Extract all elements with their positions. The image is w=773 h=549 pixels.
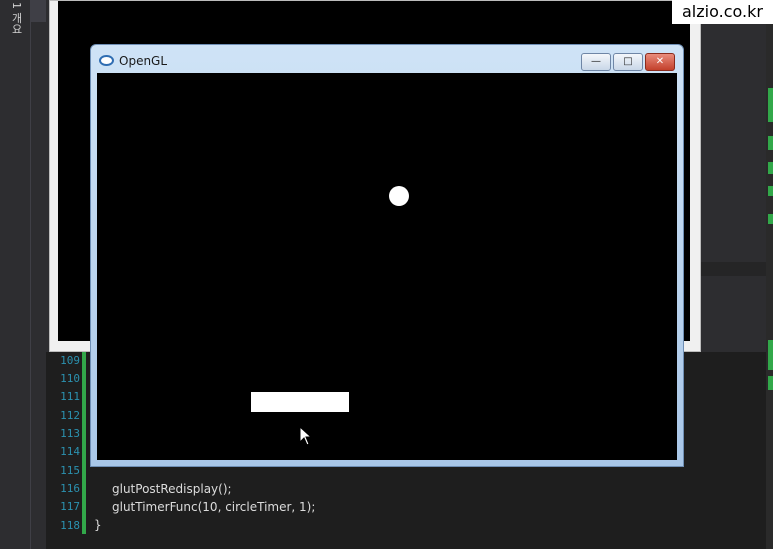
line-number: 112 [60,409,80,422]
code-line-116[interactable]: glutPostRedisplay(); [112,482,232,496]
line-number: 114 [60,445,80,458]
line-number: 111 [60,390,80,403]
strip-tab[interactable] [30,0,46,22]
change-marker [768,88,773,122]
line-number: 109 [60,354,80,367]
outline-tab-label[interactable]: 1 개요 [8,2,23,35]
line-number: 116 [60,482,80,495]
change-marker [768,214,773,224]
code-line-117[interactable]: glutTimerFunc(10, circleTimer, 1); [112,500,315,514]
line-number: 113 [60,427,80,440]
change-marker [768,376,773,390]
line-number: 117 [60,500,80,513]
line-number: 118 [60,519,80,532]
line-number-gutter: 109 110 111 112 113 114 115 116 117 118 [46,352,82,549]
change-marker [768,186,773,196]
maximize-button[interactable]: □ [613,53,643,71]
code-line-118[interactable]: } [94,518,102,532]
change-marker-bar [82,352,86,534]
window-title: OpenGL [119,54,168,68]
minimize-icon: — [591,56,601,67]
opengl-window[interactable]: OpenGL — □ ✕ [90,44,684,467]
maximize-icon: □ [623,56,633,67]
line-number: 110 [60,372,80,385]
opengl-canvas[interactable] [97,73,677,460]
change-marker [768,162,773,174]
vertical-scrollbar[interactable] [766,0,773,549]
mouse-pointer-icon [299,426,313,446]
opengl-app-icon [99,55,114,66]
minimize-button[interactable]: — [581,53,611,71]
close-button[interactable]: ✕ [645,53,675,71]
left-tool-strip: 1 개요 [0,0,31,549]
watermark: alzio.co.kr [672,0,773,24]
ball [389,186,409,206]
change-marker [768,136,773,150]
close-icon: ✕ [655,56,665,67]
line-number: 115 [60,464,80,477]
paddle[interactable] [251,392,349,412]
change-marker [768,340,773,370]
